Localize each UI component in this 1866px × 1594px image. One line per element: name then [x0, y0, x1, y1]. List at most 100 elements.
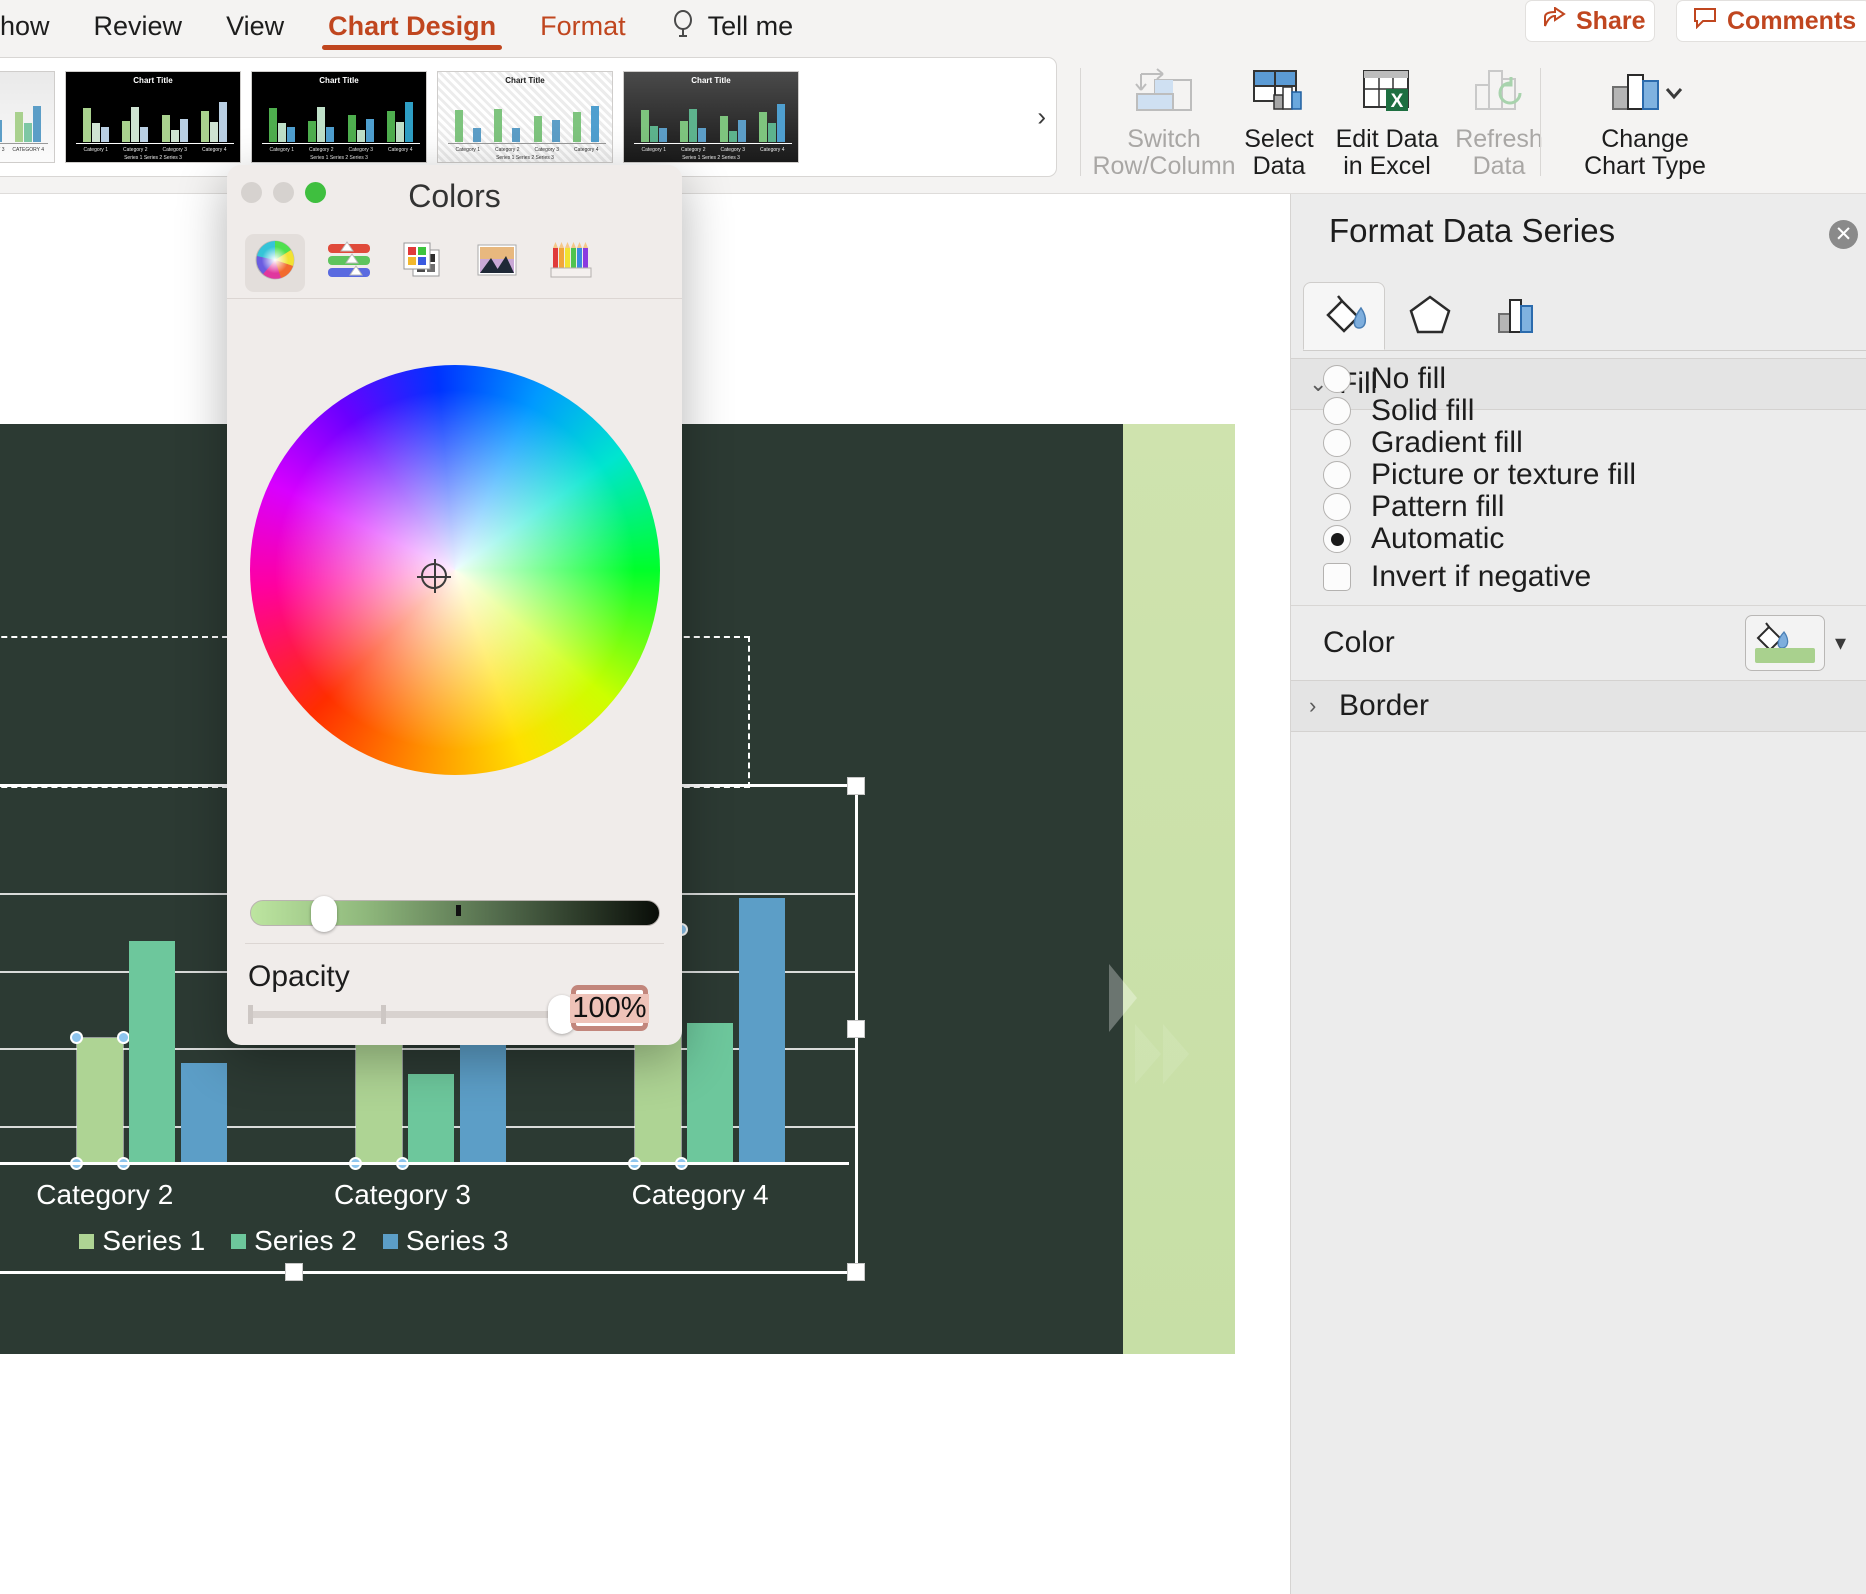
- thumb-axis: [76, 143, 234, 144]
- edit-data-excel-label-2: in Excel: [1343, 152, 1431, 180]
- resize-handle-bottom[interactable]: [285, 1263, 303, 1281]
- gallery-next-button[interactable]: ›: [1037, 102, 1046, 133]
- switch-row-column-button[interactable]: Switch Row/Column: [1092, 60, 1236, 180]
- checkbox-invert-if-negative[interactable]: [1323, 563, 1351, 591]
- brightness-slider[interactable]: [250, 896, 660, 932]
- thumb-categories: Category 1 Category 2 Category 3 Category 4: [269, 147, 413, 153]
- select-data-label-2: Data: [1252, 152, 1306, 180]
- ribbon-tab-review[interactable]: Review: [72, 0, 205, 52]
- radio-automatic[interactable]: [1323, 525, 1351, 553]
- radio-no-fill[interactable]: [1323, 365, 1351, 393]
- color-wheel-picker[interactable]: [250, 365, 660, 775]
- thumb-categories: Category 1 Category 2 Category 3 Category 4: [455, 147, 599, 153]
- colors-dialog[interactable]: Colors Opacity 100%: [227, 165, 682, 1045]
- chart-style-thumbnail[interactable]: Chart Title Category 1 Category 2 Category…: [623, 71, 799, 163]
- minimize-window-button[interactable]: [273, 182, 294, 203]
- color-wheel-tab[interactable]: [245, 233, 305, 292]
- bar-series-2[interactable]: [686, 1023, 733, 1163]
- change-chart-type-button[interactable]: Change Chart Type: [1555, 60, 1735, 180]
- fill-option-no-fill[interactable]: No fill: [1323, 362, 1446, 396]
- fill-option-pattern-fill[interactable]: Pattern fill: [1323, 490, 1504, 524]
- ribbon-separator: [1540, 68, 1541, 176]
- ribbon-tab-tell-me-label: Tell me: [707, 10, 794, 41]
- opacity-input[interactable]: 100%: [570, 985, 649, 1031]
- color-wheel-cursor[interactable]: [417, 559, 451, 593]
- divider: [245, 943, 664, 944]
- chart-style-thumbnail[interactable]: Chart Title Category 1 Category 2 Category…: [437, 71, 613, 163]
- svg-text:X: X: [1391, 91, 1404, 112]
- maximize-window-button[interactable]: [305, 182, 326, 203]
- comment-bubble-icon: [1693, 7, 1717, 36]
- fill-option-solid-fill[interactable]: Solid fill: [1323, 394, 1474, 428]
- thumb-title: Chart Title: [319, 76, 359, 85]
- ribbon-tab-format[interactable]: Format: [518, 0, 648, 52]
- bar-series-2[interactable]: [128, 941, 175, 1163]
- thumb-plot: [448, 90, 606, 142]
- chevron-right-icon: ›: [1309, 693, 1317, 718]
- radio-picture-or-texture-fill[interactable]: [1323, 461, 1351, 489]
- opacity-slider[interactable]: [248, 995, 576, 1034]
- color-sliders-tab[interactable]: [319, 234, 379, 292]
- chart-legend[interactable]: Series 1 Series 2 Series 3: [0, 1225, 855, 1257]
- fill-option-gradient-fill[interactable]: Gradient fill: [1323, 426, 1523, 460]
- chart-style-gallery[interactable]: Chart Title CATEGORY 1CATEGORY 2CATEGORY…: [0, 57, 1057, 177]
- thumb-title: Chart Title: [0, 76, 54, 85]
- thumb-title: Chart Title: [505, 76, 545, 85]
- change-chart-type-icon: [1597, 60, 1693, 126]
- brightness-slider-knob[interactable]: [311, 896, 337, 932]
- dialog-title-bar[interactable]: Colors: [227, 165, 682, 227]
- bar-series-1[interactable]: [69, 1030, 130, 1170]
- close-window-button[interactable]: [241, 182, 262, 203]
- comments-button[interactable]: Comments: [1676, 0, 1866, 42]
- ribbon-tab-chart-design[interactable]: Chart Design: [306, 0, 518, 52]
- thumb-legend: Series 1 Series 2 Series 3: [310, 155, 368, 161]
- change-chart-type-label-2: Chart Type: [1584, 152, 1706, 180]
- resize-handle-bottom-right[interactable]: [847, 1263, 865, 1281]
- edit-data-excel-button[interactable]: X Edit Data in Excel: [1323, 60, 1451, 180]
- fill-option-automatic[interactable]: Automatic: [1323, 522, 1504, 556]
- legend-item[interactable]: Series 2: [231, 1225, 357, 1257]
- thumb-plot: [0, 90, 48, 142]
- refresh-data-label-2: Data: [1472, 152, 1526, 180]
- radio-solid-fill[interactable]: [1323, 397, 1351, 425]
- ribbon-tab-slideshow[interactable]: how: [0, 0, 72, 52]
- thumb-title: Chart Title: [691, 76, 731, 85]
- share-button[interactable]: Share: [1525, 0, 1655, 42]
- share-label: Share: [1576, 6, 1646, 35]
- legend-item[interactable]: Series 1: [79, 1225, 205, 1257]
- invert-if-negative-row[interactable]: Invert if negative: [1323, 560, 1591, 594]
- chart-style-thumbnail[interactable]: Chart Title CATEGORY 1CATEGORY 2CATEGORY…: [0, 71, 55, 163]
- legend-label: Series 1: [102, 1225, 206, 1256]
- tab-fill-and-line[interactable]: [1303, 282, 1385, 350]
- chevron-down-icon[interactable]: ▾: [1835, 630, 1846, 656]
- pencils-tab[interactable]: [541, 234, 601, 292]
- resize-handle-right[interactable]: [847, 1020, 865, 1038]
- tab-effects[interactable]: [1389, 282, 1471, 350]
- ribbon-tab-tell-me[interactable]: Tell me: [648, 0, 816, 52]
- ribbon-tab-view[interactable]: View: [204, 0, 306, 52]
- chart-style-thumbnail[interactable]: Chart Title Category 1 Category 2 Category…: [251, 71, 427, 163]
- bar-series-2[interactable]: [407, 1073, 454, 1163]
- legend-item[interactable]: Series 3: [382, 1225, 509, 1257]
- color-palettes-tab[interactable]: [393, 234, 453, 292]
- tab-series-options[interactable]: [1475, 282, 1557, 350]
- fill-option-label: Pattern fill: [1371, 490, 1505, 523]
- radio-gradient-fill[interactable]: [1323, 429, 1351, 457]
- refresh-data-button[interactable]: Refresh Data: [1435, 60, 1563, 180]
- opacity-value: 100%: [570, 991, 649, 1024]
- bar-series-3[interactable]: [180, 1062, 227, 1163]
- image-palettes-tab[interactable]: [467, 234, 527, 292]
- category-label: Category 4: [631, 1179, 769, 1210]
- thumb-title: Chart Title: [133, 76, 173, 85]
- resize-handle-top-right[interactable]: [847, 777, 865, 795]
- chart-style-thumbnail[interactable]: Chart Title Category 1 Category 2 Category…: [65, 71, 241, 163]
- legend-label: Series 3: [405, 1225, 509, 1256]
- legend-label: Series 2: [254, 1225, 357, 1256]
- fill-option-picture-or-texture-fill[interactable]: Picture or texture fill: [1323, 458, 1636, 492]
- fill-color-button[interactable]: [1744, 615, 1825, 671]
- close-icon[interactable]: ✕: [1829, 220, 1858, 249]
- border-section-header[interactable]: › Border: [1291, 680, 1866, 732]
- bar-series-3[interactable]: [738, 898, 785, 1163]
- radio-pattern-fill[interactable]: [1323, 493, 1351, 521]
- thumb-categories: CATEGORY 1CATEGORY 2CATEGORY 3CATEGORY 4: [0, 147, 45, 153]
